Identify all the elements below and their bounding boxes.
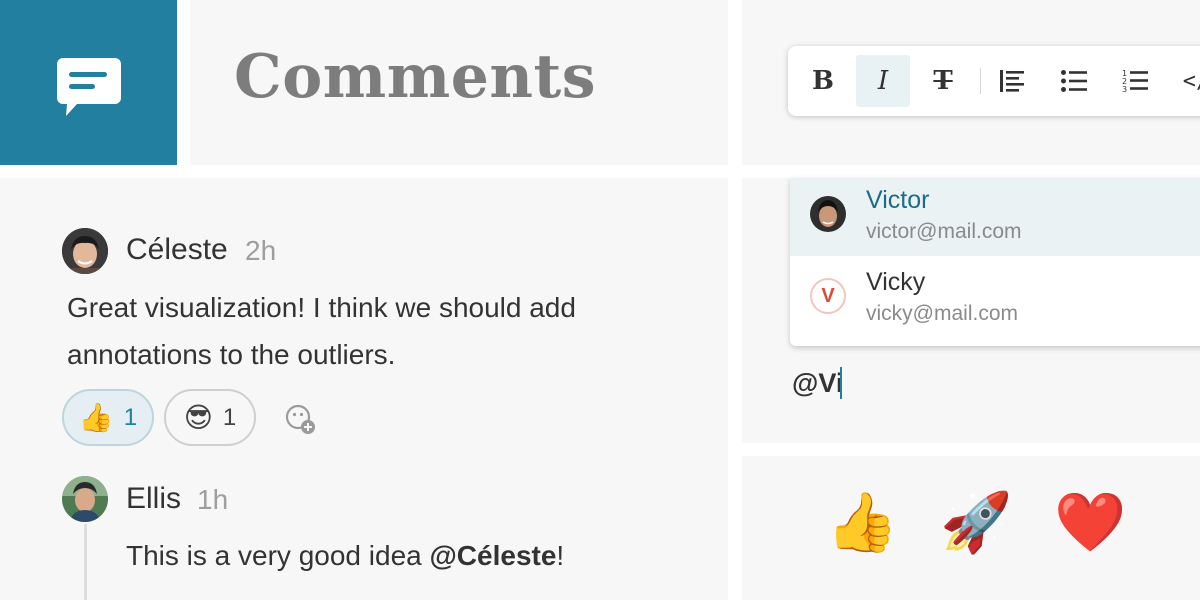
thumbs-up-emoji-button[interactable]: 👍 xyxy=(826,494,898,552)
suggestion-email: vicky@mail.com xyxy=(866,302,1018,325)
suggestion-vicky[interactable]: V Vicky vicky@mail.com xyxy=(790,260,1200,338)
emoji-panel: 👍 🚀 ❤️ xyxy=(742,456,1200,600)
page-title: Comments xyxy=(234,42,597,112)
suggestion-email: victor@mail.com xyxy=(866,220,1022,243)
suggestion-victor[interactable]: Victor victor@mail.com xyxy=(790,178,1200,256)
sunglasses-face-icon: 😎 xyxy=(183,401,213,433)
heart-emoji-button[interactable]: ❤️ xyxy=(1054,494,1126,552)
italic-button[interactable]: I xyxy=(856,55,910,107)
italic-label: I xyxy=(877,66,889,96)
mention-link[interactable]: @Céleste xyxy=(430,540,557,571)
comment-text-line-2: annotations to the outliers. xyxy=(67,339,396,370)
blockquote-button[interactable] xyxy=(986,55,1040,107)
suggestion-name: Vicky xyxy=(866,268,926,296)
victor-avatar-image xyxy=(810,196,846,232)
strikethrough-button[interactable]: T xyxy=(916,55,970,107)
mention-panel: Victor victor@mail.com V Vicky vicky@mai… xyxy=(742,178,1200,443)
comment-author[interactable]: Céleste xyxy=(126,233,228,267)
bullet-list-icon xyxy=(1061,70,1087,92)
reaction-count: 1 xyxy=(123,403,138,431)
add-reaction-icon[interactable] xyxy=(285,404,317,436)
toolbar-panel: B I T 1 2 3 < xyxy=(742,0,1200,165)
ellis-avatar-image xyxy=(62,476,108,522)
strikethrough-label: T xyxy=(933,66,953,96)
comment-thread: Céleste 2h Great visualization! I think … xyxy=(0,178,728,600)
numbered-list-icon: 1 2 3 xyxy=(1122,69,1148,93)
comment-text-line-1: Great visualization! I think we should a… xyxy=(67,292,576,323)
reply-text-suffix: ! xyxy=(556,540,565,571)
reply-author[interactable]: Ellis xyxy=(126,482,181,516)
title-panel: Comments xyxy=(190,0,728,165)
bold-label: B xyxy=(812,66,834,96)
comments-icon-tile xyxy=(0,0,177,165)
avatar: V xyxy=(810,278,846,314)
toolbar-divider xyxy=(980,68,981,94)
code-label: </ xyxy=(1182,68,1200,94)
avatar xyxy=(62,476,108,522)
numbered-list-button[interactable]: 1 2 3 xyxy=(1108,55,1162,107)
avatar xyxy=(62,228,108,274)
mention-suggestions: Victor victor@mail.com V Vicky vicky@mai… xyxy=(790,178,1200,346)
reaction-thumbs-up[interactable]: 👍 1 xyxy=(62,389,154,446)
reply-time: 1h xyxy=(197,484,229,515)
svg-text:3: 3 xyxy=(1122,85,1127,93)
avatar xyxy=(810,196,846,232)
code-button[interactable]: </ xyxy=(1169,55,1200,107)
align-left-icon xyxy=(1000,70,1024,92)
reply-text-prefix: This is a very good idea xyxy=(126,540,430,571)
reaction-count: 1 xyxy=(222,403,237,431)
comment-bubble-icon xyxy=(57,58,121,116)
celeste-avatar-image xyxy=(62,228,108,274)
reply-text: This is a very good idea @Céleste! xyxy=(126,532,564,579)
formatting-toolbar: B I T 1 2 3 < xyxy=(788,46,1200,116)
suggestion-name: Victor xyxy=(866,186,930,214)
avatar-initial: V xyxy=(821,284,835,307)
bulleted-list-button[interactable] xyxy=(1047,55,1101,107)
mention-input[interactable]: @Vi xyxy=(792,368,843,399)
text-caret xyxy=(840,367,842,399)
reaction-sunglasses[interactable]: 😎 1 xyxy=(164,389,256,446)
thread-line xyxy=(84,524,87,600)
thumbs-up-icon: 👍 xyxy=(78,401,114,433)
comment-time: 2h xyxy=(245,235,277,266)
bold-button[interactable]: B xyxy=(796,55,850,107)
rocket-emoji-button[interactable]: 🚀 xyxy=(940,494,1012,552)
